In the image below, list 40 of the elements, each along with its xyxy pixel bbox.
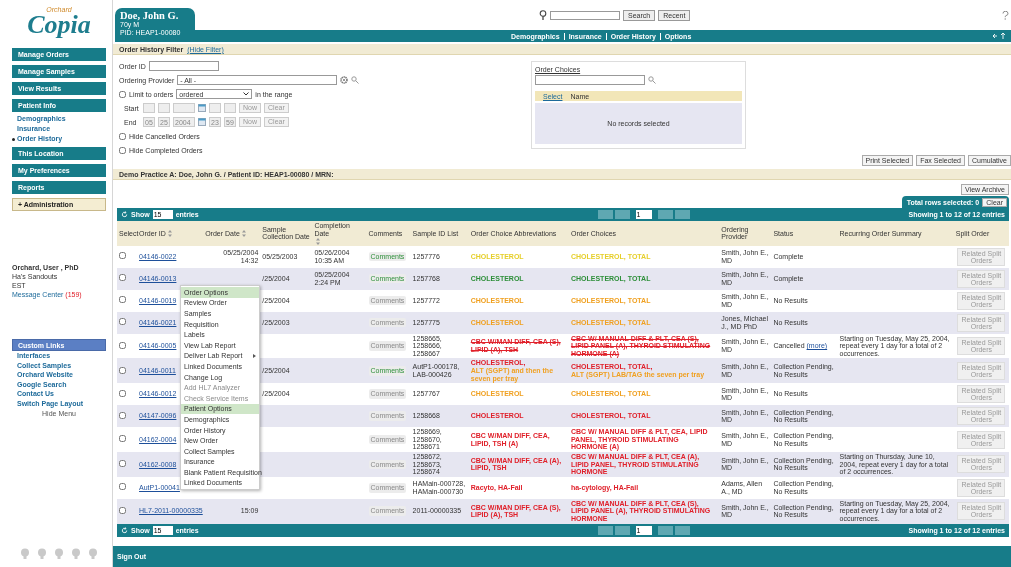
row-checkbox[interactable] bbox=[119, 460, 126, 468]
row-checkbox[interactable] bbox=[119, 483, 126, 491]
expand-arrows-icon[interactable] bbox=[993, 33, 1007, 39]
minute-field bbox=[224, 103, 236, 113]
search-icon[interactable] bbox=[648, 76, 656, 84]
hour-field bbox=[209, 103, 221, 113]
hide-orders-checkbox[interactable] bbox=[119, 132, 126, 140]
search-icon[interactable] bbox=[351, 76, 360, 84]
row-checkbox[interactable] bbox=[119, 366, 126, 374]
sort-icon[interactable] bbox=[167, 230, 172, 238]
caret-icon bbox=[243, 92, 250, 96]
sort-icon[interactable] bbox=[316, 237, 321, 245]
limit-checkbox[interactable] bbox=[119, 90, 126, 98]
row-checkbox[interactable] bbox=[119, 435, 126, 443]
row-checkbox[interactable] bbox=[119, 411, 126, 419]
order-choices-field[interactable] bbox=[535, 75, 645, 85]
month-field bbox=[143, 103, 155, 113]
sort-icon[interactable] bbox=[241, 230, 246, 238]
row-checkbox[interactable] bbox=[119, 506, 126, 514]
row-checkbox[interactable] bbox=[119, 389, 126, 397]
row-checkbox[interactable] bbox=[119, 318, 126, 326]
logo-wordmark: Copia bbox=[27, 13, 91, 37]
calendar-icon bbox=[198, 118, 206, 126]
search-icon bbox=[539, 10, 547, 20]
search-field[interactable] bbox=[550, 10, 620, 20]
calendar-icon bbox=[198, 104, 206, 112]
year-field bbox=[173, 103, 195, 113]
help-icon[interactable] bbox=[1002, 10, 1009, 20]
settings-icon[interactable] bbox=[340, 76, 349, 84]
order-id-field[interactable] bbox=[148, 61, 219, 71]
row-checkbox[interactable] bbox=[119, 274, 126, 282]
hide-orders-checkbox[interactable] bbox=[119, 146, 126, 154]
day-field bbox=[158, 103, 170, 113]
row-checkbox[interactable] bbox=[119, 341, 126, 349]
caret-icon bbox=[253, 353, 256, 358]
patient-name: Doe, John G. bbox=[120, 10, 180, 21]
refresh-icon[interactable] bbox=[121, 526, 128, 534]
row-checkbox[interactable] bbox=[119, 296, 126, 304]
refresh-icon[interactable] bbox=[121, 211, 128, 218]
row-checkbox[interactable] bbox=[119, 252, 126, 260]
